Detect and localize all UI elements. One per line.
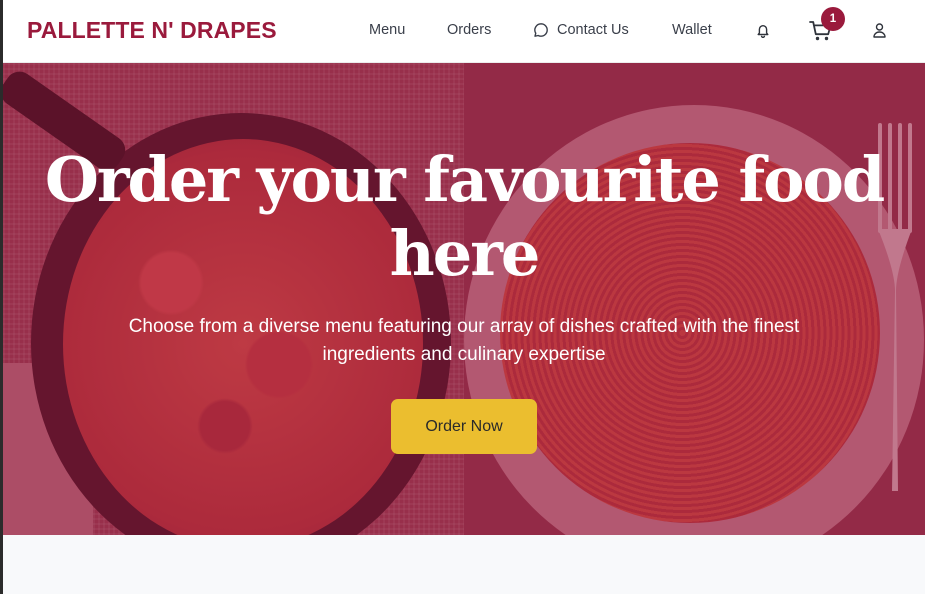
nav-contact-link[interactable]: Contact Us <box>533 22 629 38</box>
nav-orders-link[interactable]: Orders <box>447 22 491 38</box>
hero-title: Order your favourite food here <box>44 143 885 290</box>
user-icon[interactable] <box>872 22 887 39</box>
top-navbar: PALLETTE N' DRAPES Menu Orders Contact U… <box>3 0 925 63</box>
nav-wallet-link[interactable]: Wallet <box>672 22 712 38</box>
hero-banner: Order your favourite food here Choose fr… <box>3 63 925 535</box>
nav-menu-label: Menu <box>369 22 406 38</box>
nav-contact-label: Contact Us <box>557 22 629 38</box>
nav-orders-label: Orders <box>447 22 492 38</box>
window-edge <box>0 0 3 594</box>
hero-color-overlay <box>3 63 925 535</box>
cart-count-badge: 1 <box>821 7 845 31</box>
order-now-button[interactable]: Order Now <box>391 399 537 454</box>
brand-logo[interactable]: PALLETTE N' DRAPES <box>27 17 277 44</box>
nav-wallet-label: Wallet <box>672 22 712 38</box>
chat-bubble-icon <box>534 23 548 37</box>
bell-icon[interactable] <box>755 22 771 39</box>
hero-subtitle: Choose from a diverse menu featuring our… <box>128 316 800 365</box>
nav-menu-link[interactable]: Menu <box>369 22 405 38</box>
